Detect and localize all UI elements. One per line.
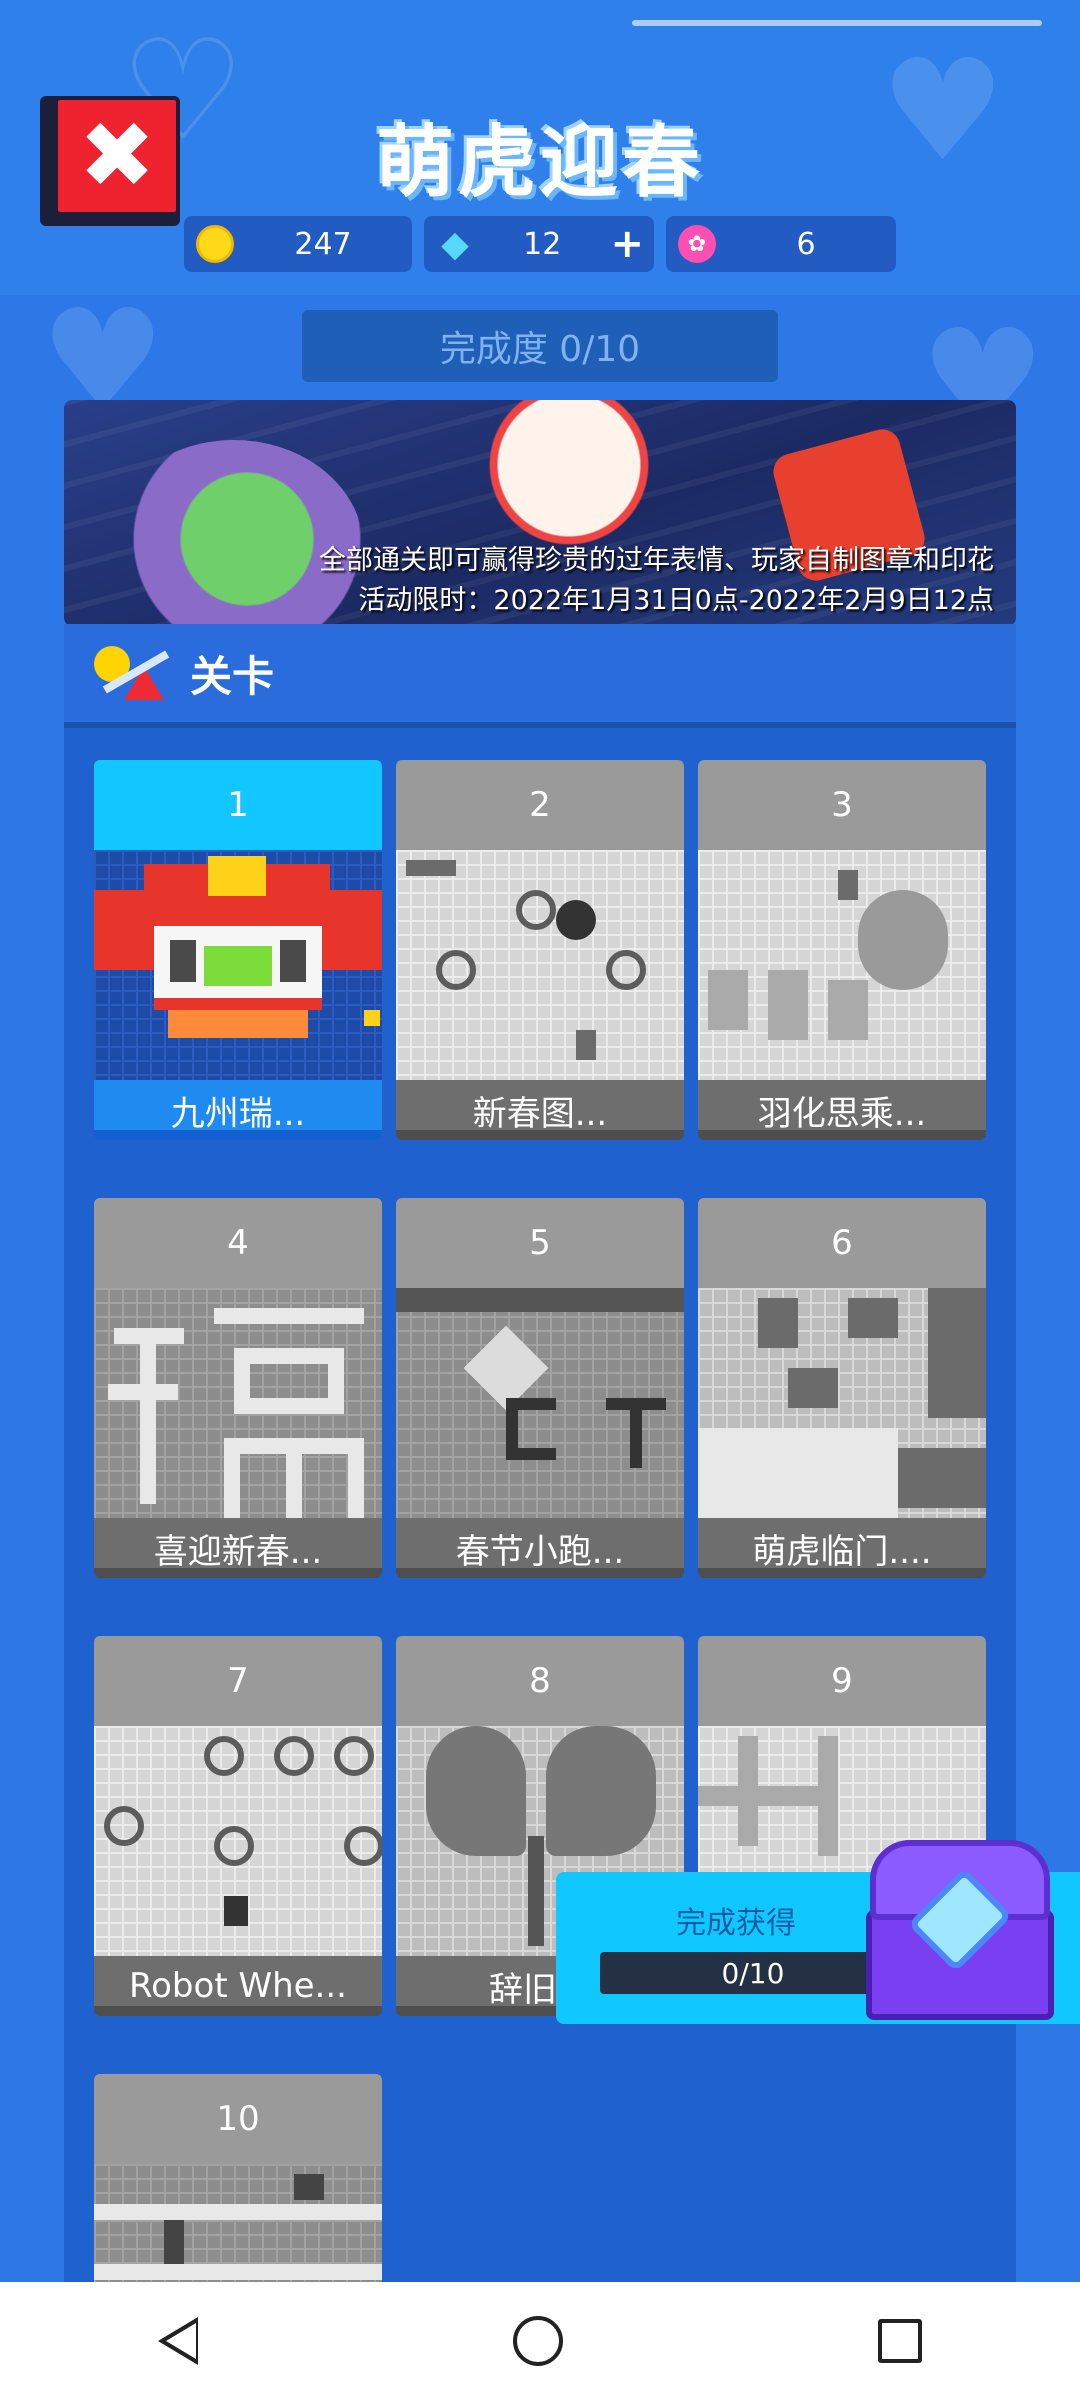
level-card-7[interactable]: 7 Robot Whe... xyxy=(94,1636,382,2016)
level-thumbnail xyxy=(698,850,986,1080)
level-number: 1 xyxy=(227,785,249,825)
status-bar xyxy=(0,0,1080,26)
level-card-6[interactable]: 6 萌虎临门.... xyxy=(698,1198,986,1578)
reward-title: 完成获得 xyxy=(676,1906,796,1941)
level-thumbnail xyxy=(698,1288,986,1518)
coin-counter: 247 xyxy=(184,216,412,272)
level-number: 3 xyxy=(831,785,853,825)
level-number: 2 xyxy=(529,785,551,825)
level-name: 九州瑞... xyxy=(94,1080,382,1130)
level-thumbnail xyxy=(94,1726,382,1956)
lotus-icon: ✿ xyxy=(678,225,716,263)
level-name: Robot Whe... xyxy=(94,1956,382,2006)
close-icon: ✖ xyxy=(54,96,180,216)
event-banner[interactable]: 全部通关即可赢得珍贵的过年表情、玩家自制图章和印花 活动限时：2022年1月31… xyxy=(64,400,1016,626)
coin-value: 247 xyxy=(294,226,352,262)
level-card-3[interactable]: 3 羽化思乘... xyxy=(698,760,986,1140)
level-number: 9 xyxy=(831,1661,853,1701)
level-card-5[interactable]: 5 春节小跑... xyxy=(396,1198,684,1578)
level-card-2[interactable]: 2 新春图... xyxy=(396,760,684,1140)
diamond-icon: ◆ xyxy=(441,223,469,265)
level-thumbnail xyxy=(396,1288,684,1518)
level-thumbnail xyxy=(94,1288,382,1518)
level-number: 5 xyxy=(529,1223,551,1263)
add-diamond-button[interactable]: + xyxy=(610,221,644,267)
system-navigation-bar xyxy=(0,2282,1080,2400)
level-number: 7 xyxy=(227,1661,249,1701)
level-card-10[interactable]: 10 xyxy=(94,2074,382,2284)
levels-panel: 关卡 1 九州瑞... 2 新春图... 3 羽化思乘... 4 喜迎新春...… xyxy=(64,624,1016,2284)
treasure-chest-icon[interactable] xyxy=(860,1830,1060,2030)
diamond-counter: ◆ 12 + xyxy=(424,216,654,272)
level-number: 6 xyxy=(831,1223,853,1263)
level-thumbnail xyxy=(94,2164,382,2284)
lotus-counter: ✿ 6 xyxy=(666,216,896,272)
diamond-value: 12 xyxy=(523,226,562,262)
levels-title: 关卡 xyxy=(190,651,275,701)
shapes-icon xyxy=(94,646,172,700)
recent-apps-icon[interactable] xyxy=(878,2319,923,2363)
banner-time-limit: 活动限时：2022年1月31日0点-2022年2月9日12点 xyxy=(358,585,994,616)
lion-pixel-art xyxy=(94,850,382,1080)
level-thumbnail xyxy=(396,850,684,1080)
heart-decor-icon: ♥ xyxy=(880,30,1006,193)
levels-header: 关卡 xyxy=(64,624,1016,728)
level-name: 羽化思乘... xyxy=(698,1080,986,1130)
level-number: 10 xyxy=(216,2099,260,2139)
banner-description: 全部通关即可赢得珍贵的过年表情、玩家自制图章和印花 xyxy=(319,545,994,576)
coin-icon xyxy=(196,225,234,263)
lotus-value: 6 xyxy=(796,226,816,262)
level-card-4[interactable]: 4 喜迎新春... xyxy=(94,1198,382,1578)
home-icon[interactable] xyxy=(512,2316,563,2366)
level-name: 春节小跑... xyxy=(396,1518,684,1568)
completion-progress: 完成度 0/10 xyxy=(302,310,778,382)
page-title: 萌虎迎春 xyxy=(375,118,704,208)
back-icon[interactable] xyxy=(157,2317,198,2365)
level-name: 萌虎临门.... xyxy=(698,1518,986,1568)
level-card-1[interactable]: 1 九州瑞... xyxy=(94,760,382,1140)
close-button[interactable]: ✖ xyxy=(40,96,180,226)
level-number: 4 xyxy=(227,1223,249,1263)
level-name: 喜迎新春... xyxy=(94,1518,382,1568)
level-number: 8 xyxy=(529,1661,551,1701)
gesture-pill xyxy=(632,20,1042,26)
level-thumbnail xyxy=(94,850,382,1080)
level-name: 新春图... xyxy=(396,1080,684,1130)
